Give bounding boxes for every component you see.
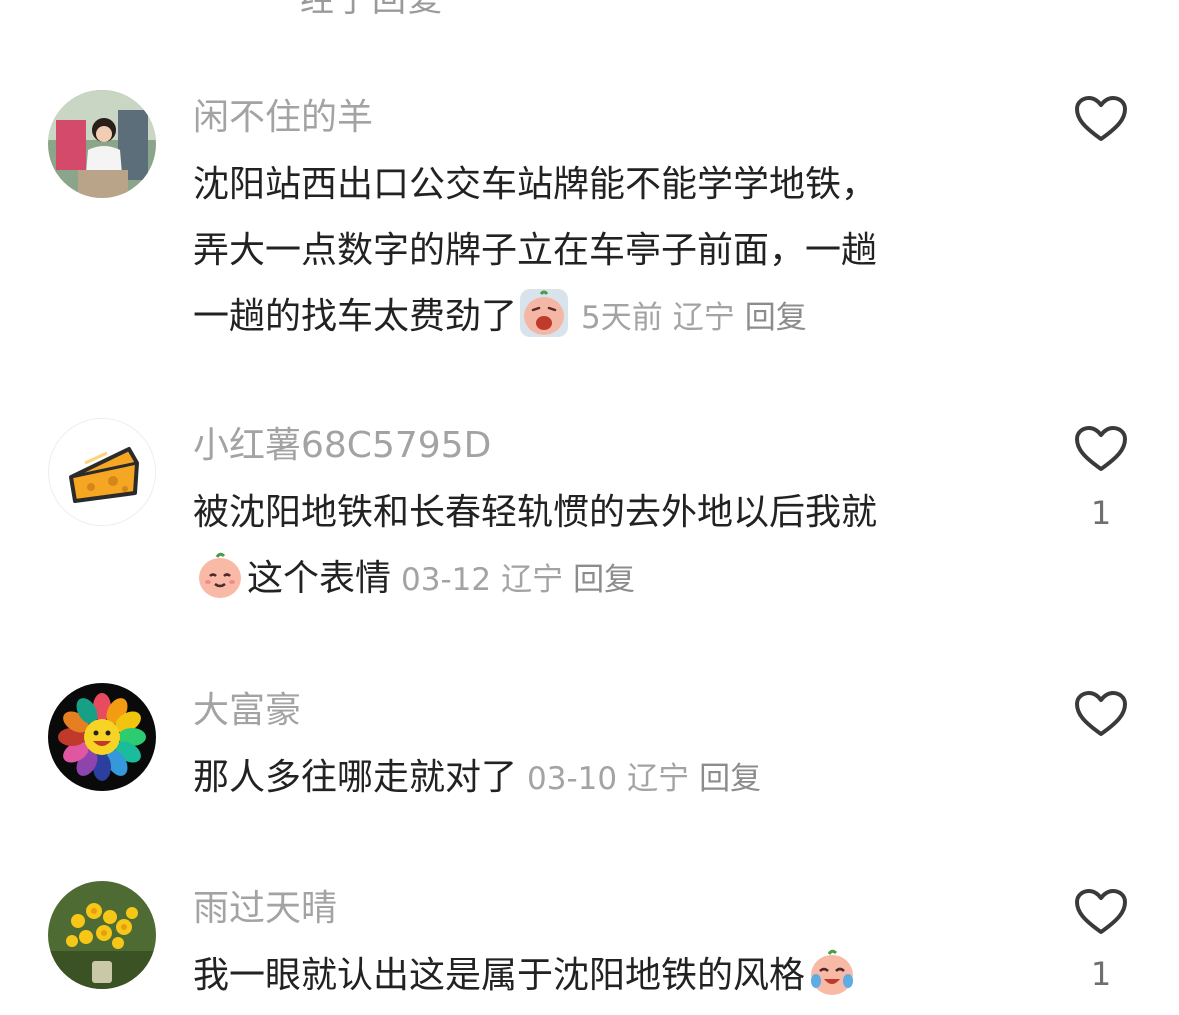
like-count: 1 — [1090, 955, 1112, 993]
avatar[interactable] — [48, 683, 156, 791]
comment-time: 03-10 — [527, 761, 618, 797]
comment-text[interactable]: 沈阳站西出口公交车站牌能不能学学地铁， 弄大一点数字的牌子立在车亭子前面，一趟 … — [193, 152, 993, 351]
reply-button[interactable]: 回复 — [699, 761, 761, 797]
comment-line: 弄大一点数字的牌子立在车亭子前面，一趟 — [193, 230, 878, 271]
heart-icon — [1075, 96, 1127, 141]
username[interactable]: 雨过天晴 — [193, 891, 337, 927]
comment-line-text: 这个表情 — [247, 558, 392, 599]
comment-line: 一趟的找车太费劲了 5天前 辽宁 回复 — [193, 284, 993, 351]
comment-text[interactable]: 我一眼就认出这是属于沈阳地铁的风格 — [193, 943, 993, 1009]
comment-list: 经了回复 闲不住的羊 沈阳站西出口公交车站牌能不能学学地铁， 弄大一点数字的牌子… — [0, 0, 1179, 1015]
comment-meta: 5天前 辽宁 回复 — [581, 300, 817, 336]
comment-line: 我一眼就认出这是属于沈阳地铁的风格 — [193, 943, 993, 1009]
heart-icon — [1075, 889, 1127, 934]
cheese-avatar-icon — [49, 419, 155, 525]
heart-icon — [1075, 426, 1127, 471]
partial-reply-text: 经了回复 — [300, 0, 444, 20]
smiling-face-emoji — [195, 550, 245, 600]
like-count: 1 — [1090, 494, 1112, 532]
avatar[interactable] — [48, 418, 156, 526]
like-button[interactable] — [1074, 95, 1128, 143]
reply-button[interactable]: 回复 — [573, 562, 635, 598]
comment-text[interactable]: 被沈阳地铁和长春轻轨惯的去外地以后我就 这个表情 03-12 辽宁 回复 — [193, 480, 993, 613]
like-button[interactable] — [1074, 888, 1128, 936]
comment-time: 03-12 — [401, 562, 492, 598]
avatar[interactable] — [48, 881, 156, 989]
rainbow-flower-avatar-icon — [48, 683, 156, 791]
comment-time: 5天前 — [581, 300, 663, 336]
comment-line-text: 我一眼就认出这是属于沈阳地铁的风格 — [193, 955, 806, 996]
comment-line: 那人多往哪走就对了 03-10 辽宁 回复 — [193, 745, 993, 812]
comment-text[interactable]: 那人多往哪走就对了 03-10 辽宁 回复 — [193, 745, 993, 812]
laughing-tears-emoji — [807, 947, 857, 997]
comment-meta: 03-12 辽宁 回复 — [401, 562, 645, 598]
comment-meta: 03-10 辽宁 回复 — [527, 761, 771, 797]
avatar-photo — [48, 90, 156, 198]
crying-face-emoji — [519, 288, 569, 338]
avatar[interactable] — [48, 90, 156, 198]
username[interactable]: 闲不住的羊 — [193, 100, 373, 136]
comment-location: 辽宁 — [501, 562, 564, 598]
comment-line: 沈阳站西出口公交车站牌能不能学学地铁， — [193, 164, 878, 205]
like-button[interactable] — [1074, 425, 1128, 473]
username[interactable]: 大富豪 — [193, 693, 301, 729]
like-button[interactable] — [1074, 690, 1128, 738]
heart-icon — [1075, 691, 1127, 736]
comment-location: 辽宁 — [627, 761, 690, 797]
comment-location: 辽宁 — [672, 300, 735, 336]
username[interactable]: 小红薯68C5795D — [193, 428, 491, 464]
reply-button[interactable]: 回复 — [745, 300, 807, 336]
comment-line: 这个表情 03-12 辽宁 回复 — [193, 546, 993, 613]
yellow-flowers-avatar-icon — [48, 881, 156, 989]
comment-line-text: 一趟的找车太费劲了 — [193, 296, 518, 337]
comment-line-text: 那人多往哪走就对了 — [193, 757, 518, 798]
comment-line: 被沈阳地铁和长春轻轨惯的去外地以后我就 — [193, 492, 878, 533]
